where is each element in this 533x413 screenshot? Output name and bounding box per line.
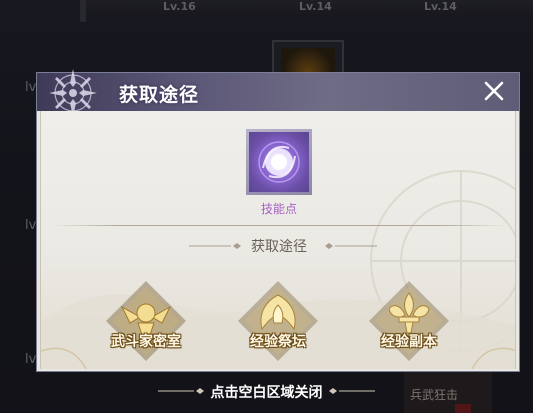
source-label: 经验副本 — [381, 334, 437, 350]
skill-point-orb-icon — [258, 141, 300, 183]
source-fighter-chamber[interactable]: 武斗家密室 — [100, 279, 192, 363]
popup-title: 获取途径 — [119, 84, 200, 106]
item-name: 技能点 — [260, 202, 297, 216]
source-exp-altar[interactable]: 经验祭坛 — [232, 279, 324, 363]
close-hint[interactable]: 点击空白区域关闭 — [0, 382, 533, 402]
acquire-path-popup: 获取途径 技能点 获取途径 武斗家密室 经验祭坛 经验副本 — [36, 69, 520, 372]
source-label: 经验祭坛 — [250, 334, 306, 350]
item-slot[interactable] — [246, 129, 312, 195]
close-button[interactable] — [479, 78, 509, 106]
hint-ornament-right-icon — [329, 388, 375, 394]
close-icon — [484, 81, 504, 101]
source-label: 武斗家密室 — [111, 334, 181, 350]
ornament-right-icon — [325, 243, 377, 249]
divider-line — [51, 225, 507, 226]
section-title: 获取途径 — [251, 239, 307, 255]
item-slot-inner — [249, 132, 309, 192]
source-exp-dungeon[interactable]: 经验副本 — [363, 279, 455, 363]
popup-header: 获取途径 — [37, 69, 519, 117]
